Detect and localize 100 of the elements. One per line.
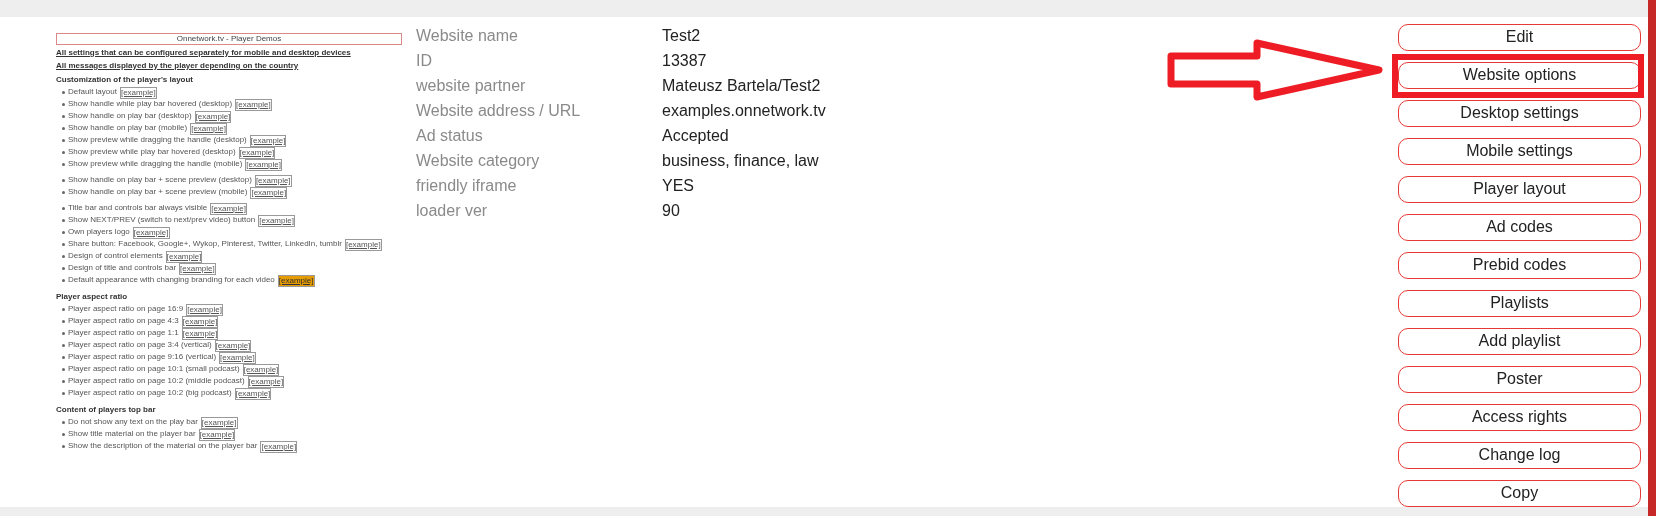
bullet-icon [62,307,65,311]
action-button[interactable]: Access rights [1398,403,1641,431]
example-link[interactable]: [example] [238,146,276,159]
preview-item: Show preview while dragging the handle (mobile) [68,158,243,169]
example-link[interactable]: [example] [194,110,232,123]
preview-item: Player aspect ratio on page 10:2 (middle podcast) [68,375,245,386]
preview-item: Player aspect ratio on page 9:16 (vertical) [68,351,217,362]
bullet-icon [62,138,65,142]
bullet-icon [62,190,65,194]
preview-item: Player aspect ratio on page 1:1 [68,327,179,338]
preview-heading: Player aspect ratio [56,291,129,302]
preview-item: Own players logo [68,226,130,237]
action-button[interactable]: Add playlist [1398,327,1641,355]
action-button[interactable]: Player layout [1398,175,1641,203]
preview-item: Player aspect ratio on page 3:4 (vertical) [68,339,212,350]
example-link[interactable]: [example] [247,375,285,388]
action-button[interactable]: Prebid codes [1398,251,1641,279]
preview-link[interactable]: All messages displayed by the player depending on the country [56,60,299,70]
detail-label: loader ver [416,201,489,222]
bullet-icon [62,444,65,448]
preview-item: Title bar and controls bar always visible [68,202,208,213]
detail-label: ID [416,51,433,72]
bullet-icon [62,391,65,395]
bullet-icon [62,343,65,347]
preview-item: Show title material on the player bar [68,428,196,439]
example-link[interactable]: [example] [249,134,287,147]
preview-item: Show handle on play bar (mobile) [68,122,188,133]
detail-value: Accepted [662,126,729,147]
example-link[interactable]: [example] [277,274,315,287]
preview-item: Default layout [68,86,117,97]
example-link[interactable]: [example] [200,416,238,429]
detail-value: 90 [662,201,680,222]
action-button[interactable]: Mobile settings [1398,137,1641,165]
example-link[interactable]: [example] [258,214,295,227]
bullet-icon [62,114,65,118]
example-link[interactable]: [example] [181,327,219,340]
example-link[interactable]: [example] [344,238,382,251]
example-link[interactable]: [example] [235,98,272,111]
preview-item: Design of control elements [68,250,163,261]
action-button[interactable]: Website options [1398,61,1641,89]
bullet-icon [62,266,65,270]
detail-label: Website category [416,151,541,172]
detail-label: Ad status [416,126,484,147]
preview-item: Player aspect ratio on page 16:9 [68,303,184,314]
example-link[interactable]: [example] [260,440,298,453]
bullet-icon [62,242,65,246]
bullet-icon [62,432,65,436]
example-link[interactable]: [example] [245,158,282,171]
example-link[interactable]: [example] [190,122,227,135]
example-link[interactable]: [example] [165,250,203,263]
preview-heading: Customization of the player's layout [56,74,195,85]
action-button[interactable]: Poster [1398,365,1641,393]
preview-item: Show handle on play bar + scene preview (mobile) [68,186,248,197]
action-button[interactable]: Change log [1398,441,1641,469]
preview-heading: Content of players top bar [56,404,157,415]
detail-label: website partner [416,76,527,97]
preview-item: Show NEXT/PREV (switch to next/prev video) button [68,214,256,225]
action-button[interactable]: Playlists [1398,289,1641,317]
preview-item: Show the description of the material on the player bar [68,440,258,451]
detail-value: business, finance, law [662,151,819,172]
preview-item: Share button: Facebook, Google+, Wykop, Pinterest, Twitter, LinkedIn, tumblr [68,238,342,249]
example-link[interactable]: [example] [214,339,252,352]
detail-value: Mateusz Bartela/Test2 [662,76,821,97]
bullet-icon [62,102,65,106]
bullet-icon [62,90,65,94]
preview-item: Player aspect ratio on page 10:2 (big podcast) [68,387,232,398]
example-link[interactable]: [example] [132,226,170,239]
preview-link[interactable]: All settings that can be configured separately for mobile and desktop devices [56,47,351,57]
preview-item: Design of title and controls bar [68,262,177,273]
bullet-icon [62,319,65,323]
bullet-icon [62,420,65,424]
preview-item: Default appearance with changing branding for each video [68,274,275,285]
bullet-icon [62,331,65,335]
example-link[interactable]: [example] [254,174,292,187]
action-button[interactable]: Copy [1398,479,1641,507]
bullet-icon [62,218,65,222]
preview-item: Show handle on play bar (desktop) [68,110,192,121]
example-link[interactable]: [example] [234,387,272,400]
bullet-icon [62,178,65,182]
example-link[interactable]: [example] [186,303,223,316]
example-link[interactable]: [example] [119,86,157,99]
example-link[interactable]: [example] [198,428,236,441]
example-link[interactable]: [example] [181,315,219,328]
bullet-icon [62,278,65,282]
detail-value: YES [662,176,694,197]
preview-title: Onnetwork.tv - Player Demos [56,32,402,45]
example-link[interactable]: [example] [219,351,256,364]
example-link[interactable]: [example] [210,202,247,215]
action-button[interactable]: Desktop settings [1398,99,1641,127]
bullet-icon [62,379,65,383]
bullet-icon [62,230,65,234]
action-button[interactable]: Edit [1398,23,1641,51]
example-link[interactable]: [example] [242,363,280,376]
detail-label: friendly iframe [416,176,518,197]
example-link[interactable]: [example] [179,262,216,275]
example-link[interactable]: [example] [250,186,288,199]
bullet-icon [62,254,65,258]
action-button[interactable]: Ad codes [1398,213,1641,241]
preview-item: Show handle while play bar hovered (desktop) [68,98,233,109]
bullet-icon [62,367,65,371]
